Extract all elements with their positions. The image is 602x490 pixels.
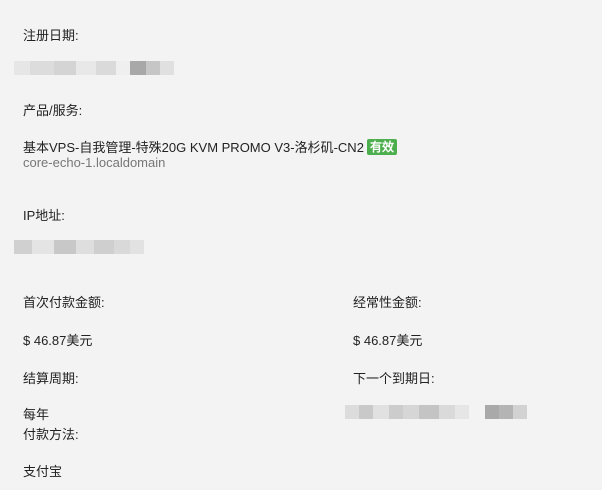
status-badge: 有效 xyxy=(366,139,397,155)
payment-method-label: 付款方法: xyxy=(23,427,79,442)
product-name-row: 基本VPS-自我管理-特殊20G KVM PROMO V3-洛杉矶-CN2 有效 xyxy=(23,137,397,156)
registration-date-label: 注册日期: xyxy=(23,28,79,43)
recurring-amount-value: $ 46.87美元 xyxy=(353,333,423,348)
hostname: core-echo-1.localdomain xyxy=(23,155,166,170)
product-label: 产品/服务: xyxy=(23,103,83,118)
billing-cycle-label: 结算周期: xyxy=(23,371,79,386)
product-name: 基本VPS-自我管理-特殊20G KVM PROMO V3-洛杉矶-CN2 xyxy=(23,140,364,155)
registration-date-redacted xyxy=(14,61,174,75)
first-payment-value: $ 46.87美元 xyxy=(23,333,93,348)
ip-redacted xyxy=(14,240,144,254)
next-due-redacted xyxy=(345,405,527,419)
payment-method-value: 支付宝 xyxy=(23,464,63,479)
billing-cycle-value: 每年 xyxy=(23,407,50,422)
ip-label: IP地址: xyxy=(23,208,65,223)
next-due-label: 下一个到期日: xyxy=(353,371,435,386)
recurring-amount-label: 经常性金额: xyxy=(353,295,422,310)
first-payment-label: 首次付款金额: xyxy=(23,295,105,310)
